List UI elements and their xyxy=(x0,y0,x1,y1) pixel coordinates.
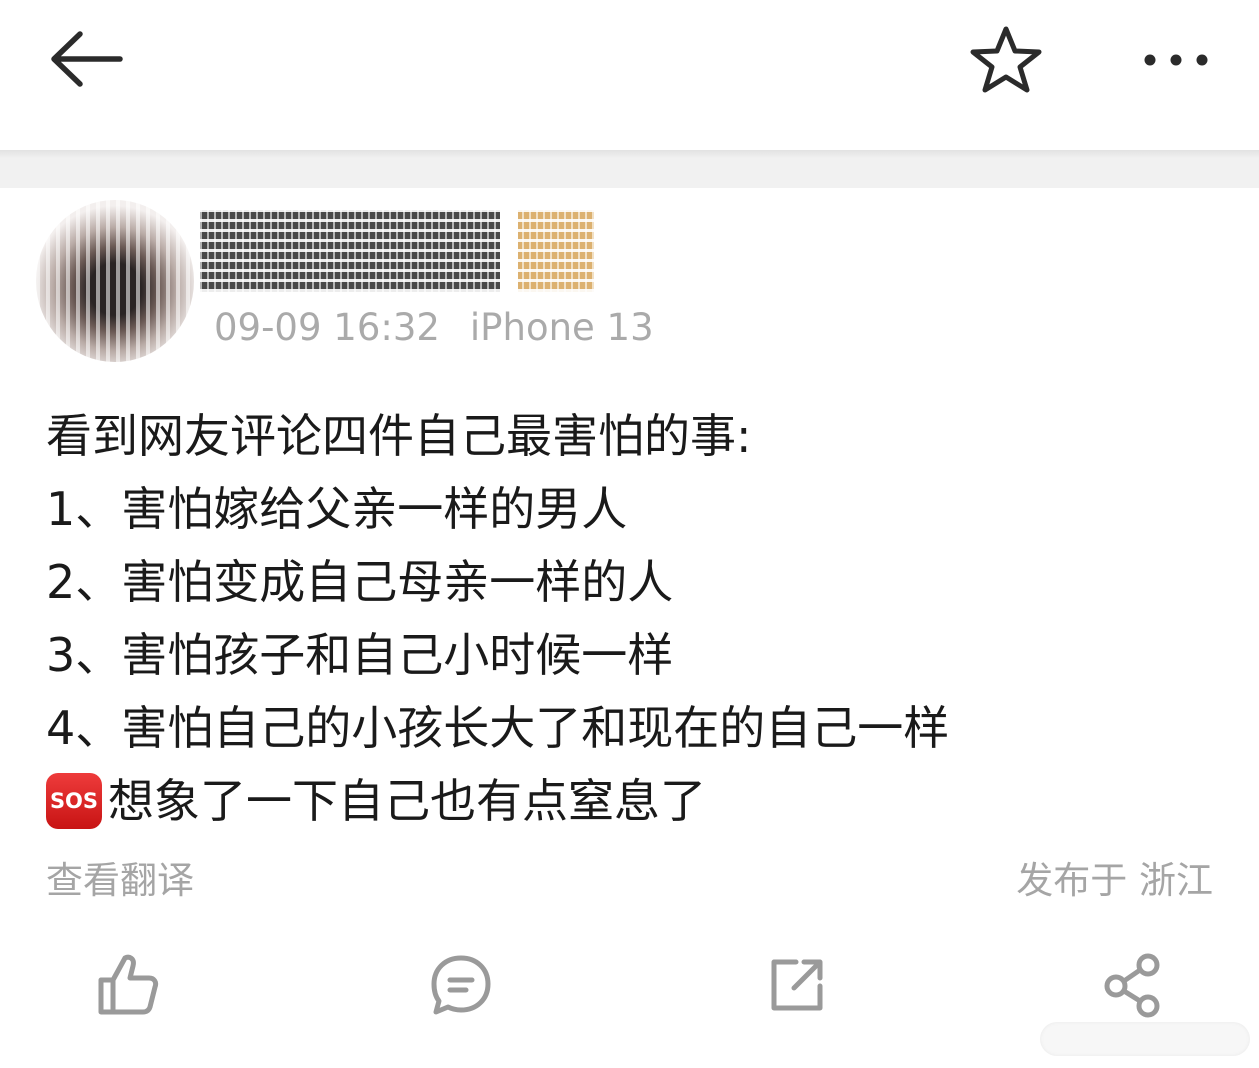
post-line-3: 3、害怕孩子和自己小时候一样 xyxy=(46,628,674,682)
thumbs-up-icon[interactable] xyxy=(91,950,161,1020)
post-line-2: 2、害怕变成自己母亲一样的人 xyxy=(46,555,674,609)
sos-emoji-icon: SOS xyxy=(46,772,102,829)
post-line-1: 1、害怕嫁给父亲一样的男人 xyxy=(46,482,628,536)
username-obscured[interactable] xyxy=(200,210,600,292)
post-device: iPhone 13 xyxy=(469,306,654,349)
post-line-intro: 看到网友评论四件自己最害怕的事: xyxy=(46,409,752,463)
arrow-left-icon[interactable] xyxy=(46,26,126,92)
post-meta: 09-09 16:32 iPhone 13 xyxy=(214,306,654,349)
share-icon[interactable] xyxy=(1098,950,1168,1020)
top-navigation-bar xyxy=(0,0,1259,150)
star-outline-icon[interactable] xyxy=(968,24,1044,96)
post-content: 看到网友评论四件自己最害怕的事: 1、害怕嫁给父亲一样的男人 2、害怕变成自己母… xyxy=(46,400,1226,838)
comment-icon[interactable] xyxy=(426,950,496,1020)
post-timestamp: 09-09 16:32 xyxy=(214,306,440,349)
repost-icon[interactable] xyxy=(762,950,832,1020)
post-line-4: 4、害怕自己的小孩长大了和现在的自己一样 xyxy=(46,701,950,755)
post-line-last: SOS 想象了一下自己也有点窒息了 xyxy=(46,765,1226,838)
post-line-last-text: 想象了一下自己也有点窒息了 xyxy=(108,774,706,828)
home-indicator xyxy=(1040,1022,1250,1056)
avatar[interactable] xyxy=(36,200,194,362)
action-bar xyxy=(0,950,1259,1030)
section-divider xyxy=(0,150,1259,188)
more-horizontal-icon[interactable] xyxy=(1138,40,1214,80)
translate-link[interactable]: 查看翻译 xyxy=(46,850,194,904)
post-location: 发布于 浙江 xyxy=(1016,859,1213,902)
